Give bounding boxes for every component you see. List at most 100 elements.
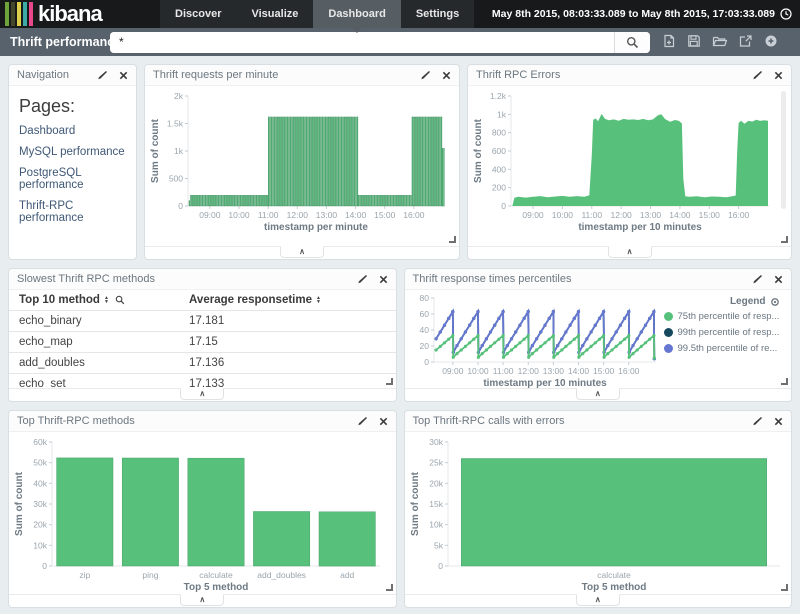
search-button[interactable] (614, 32, 650, 53)
top-navbar: kibana DiscoverVisualizeDashboardSetting… (0, 0, 800, 28)
panel-title: Navigation (17, 69, 69, 81)
svg-text:10:00: 10:00 (228, 210, 250, 220)
calls-with-errors-chart[interactable]: 05k10k15k20k25k30kTop 5 methodSum of cou… (405, 432, 792, 599)
column-header-method[interactable]: Top 10 method▲▼ (9, 290, 179, 311)
page-link[interactable]: MySQL performance (19, 146, 126, 158)
panel-errors-header[interactable]: Thrift RPC Errors (468, 65, 791, 86)
search-input[interactable] (110, 32, 614, 53)
table-row[interactable]: echo_map17.15 (9, 332, 396, 353)
clock-icon (780, 8, 792, 20)
table-row[interactable]: add_doubles17.136 (9, 353, 396, 374)
table-row[interactable]: echo_binary17.181 (9, 311, 396, 332)
svg-text:20k: 20k (429, 478, 443, 488)
panel-requests-header[interactable]: Thrift requests per minute (145, 65, 459, 86)
page-link[interactable]: PostgreSQL performance (19, 167, 126, 191)
svg-text:200: 200 (492, 183, 506, 193)
errors-chart[interactable]: 02004006008001k1.2k09:0010:0011:0012:001… (468, 86, 791, 239)
svg-text:timestamp per 10 minutes: timestamp per 10 minutes (578, 222, 702, 233)
svg-text:80: 80 (419, 293, 429, 303)
svg-text:0: 0 (424, 357, 429, 367)
requests-chart[interactable]: 05001k1.5k2k09:0010:0011:0012:0013:0014:… (145, 86, 459, 239)
svg-text:1.5k: 1.5k (167, 119, 184, 129)
svg-text:1k: 1k (174, 146, 184, 156)
svg-text:11:00: 11:00 (581, 210, 602, 220)
resize-handle[interactable] (781, 378, 788, 385)
panel-title: Top Thrift-RPC methods (17, 415, 135, 427)
remove-panel-icon[interactable] (774, 417, 783, 426)
resize-handle[interactable] (781, 584, 788, 591)
search-column-icon[interactable] (115, 295, 125, 305)
search-box (110, 32, 650, 53)
nav-tab-visualize[interactable]: Visualize (236, 0, 313, 28)
new-dashboard-button[interactable] (660, 32, 678, 53)
percentiles-chart[interactable]: 02040608009:0010:0011:0012:0013:0014:001… (408, 292, 664, 393)
svg-text:Top 5 method: Top 5 method (581, 582, 646, 593)
edit-panel-icon[interactable] (753, 416, 763, 426)
panel-calls-with-errors-header[interactable]: Top Thrift-RPC calls with errors (405, 411, 792, 432)
add-visualization-button[interactable] (762, 32, 780, 53)
resize-handle[interactable] (386, 378, 393, 385)
edit-panel-icon[interactable] (753, 70, 763, 80)
resize-handle[interactable] (781, 236, 788, 243)
svg-text:calculate: calculate (597, 570, 631, 580)
svg-text:25k: 25k (429, 458, 443, 468)
page-link[interactable]: Dashboard (19, 125, 126, 137)
time-range-picker[interactable]: May 8th 2015, 08:03:33.089 to May 8th 20… (492, 0, 800, 28)
remove-panel-icon[interactable] (119, 71, 128, 80)
remove-panel-icon[interactable] (774, 275, 783, 284)
panel-top-methods-header[interactable]: Top Thrift-RPC methods (9, 411, 396, 432)
collapse-panel-button[interactable]: ∧ (608, 246, 652, 258)
edit-panel-icon[interactable] (358, 274, 368, 284)
nav-tab-dashboard[interactable]: Dashboard (313, 0, 400, 28)
save-icon (687, 34, 701, 48)
panel-percentiles-header[interactable]: Thrift response times percentiles (405, 269, 792, 290)
search-icon (626, 36, 639, 49)
save-dashboard-button[interactable] (685, 32, 703, 53)
collapse-panel-button[interactable]: ∧ (180, 594, 224, 606)
top-methods-chart[interactable]: 010k20k30k40k50k60kTop 5 methodSum of co… (9, 432, 396, 599)
legend-toggle[interactable]: Legend (664, 296, 780, 307)
remove-panel-icon[interactable] (442, 71, 451, 80)
column-header-responsetime[interactable]: Average responsetime▲▼ (179, 290, 395, 311)
collapse-panel-button[interactable]: ∧ (180, 388, 224, 400)
edit-panel-icon[interactable] (98, 70, 108, 80)
panel-title: Thrift requests per minute (153, 69, 278, 81)
panel-slowest-header[interactable]: Slowest Thrift RPC methods (9, 269, 396, 290)
panel-title: Slowest Thrift RPC methods (17, 273, 155, 285)
edit-panel-icon[interactable] (421, 70, 431, 80)
collapse-panel-button[interactable]: ∧ (576, 594, 620, 606)
svg-text:15:00: 15:00 (593, 366, 615, 376)
load-dashboard-button[interactable] (710, 32, 729, 53)
collapse-panel-button[interactable]: ∧ (576, 388, 620, 400)
edit-panel-icon[interactable] (358, 416, 368, 426)
remove-panel-icon[interactable] (379, 275, 388, 284)
nav-tab-settings[interactable]: Settings (401, 0, 474, 28)
legend-item[interactable]: 75th percentile of resp... (664, 311, 780, 322)
nav-links: Dashboard MySQL performance PostgreSQL per… (19, 125, 126, 224)
share-dashboard-button[interactable] (737, 32, 755, 53)
sort-icon: ▲▼ (316, 296, 321, 304)
svg-text:60k: 60k (33, 437, 47, 447)
svg-text:1k: 1k (497, 109, 507, 119)
panel-navigation-header[interactable]: Navigation (9, 65, 136, 86)
edit-panel-icon[interactable] (753, 274, 763, 284)
remove-panel-icon[interactable] (379, 417, 388, 426)
resize-handle[interactable] (449, 236, 456, 243)
svg-text:Sum of count: Sum of count (14, 471, 25, 536)
svg-text:0: 0 (178, 201, 183, 211)
remove-panel-icon[interactable] (774, 71, 783, 80)
dashboard-title: Thrift performance (10, 35, 110, 49)
page-link[interactable]: Thrift-RPC performance (19, 200, 126, 224)
svg-text:60: 60 (419, 309, 429, 319)
brand-text: kibana (38, 1, 102, 27)
legend-item[interactable]: 99th percentile of resp... (664, 327, 780, 338)
svg-text:zip: zip (79, 570, 90, 580)
svg-text:add_doubles: add_doubles (257, 570, 306, 580)
resize-handle[interactable] (386, 584, 393, 591)
panel-navigation: Navigation Pages: DashboardMySQL perform… (8, 64, 137, 260)
collapse-panel-button[interactable]: ∧ (280, 246, 324, 258)
nav-tab-discover[interactable]: Discover (160, 0, 236, 28)
svg-text:Top 5 method: Top 5 method (184, 582, 249, 593)
panel-scrollbar[interactable] (781, 91, 786, 209)
legend-item[interactable]: 99.5th percentile of re... (664, 343, 780, 354)
